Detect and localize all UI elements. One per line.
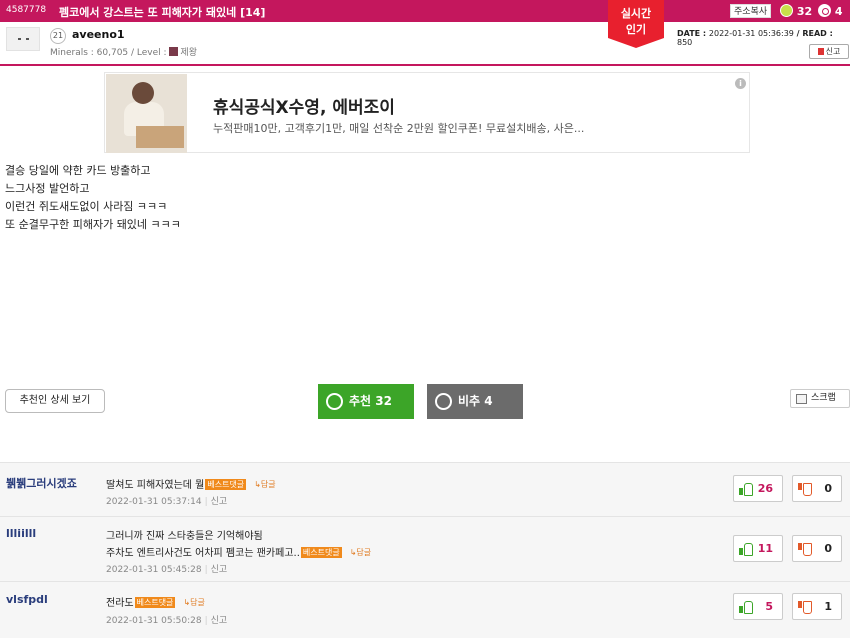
ad-subtext: 누적판매10만, 고객후기1만, 매일 선착순 2만원 할인쿠폰! 무료설치배송… [213,122,585,135]
recommend-label: 추천 32 [349,394,392,408]
thumbs-up-icon [739,543,753,556]
best-comment-tag: 베스트댓글 [205,479,247,490]
post-id: 4587778 [6,5,47,15]
post-line: 이런건 쥐도새도없이 사라짐 ㅋㅋㅋ [5,200,168,213]
comment-item: vlsfpdl 전라도 베스트댓글 ↳답글 2022-01-31 05:50:28 |… [0,581,850,638]
comment-nick[interactable]: vlsfpdl [6,593,48,606]
comment-meta: 2022-01-31 05:45:28 | 신고 [106,565,228,575]
read-count: 850 [677,38,693,47]
comment-date: 2022-01-31 05:45:28 [106,565,202,575]
frown-icon [435,393,452,410]
upvote-count: 5 [765,600,773,613]
ad-banner[interactable]: 휴식공식X수영, 에버조이 누적판매10만, 고객후기1만, 매일 선착순 2만… [104,72,750,153]
realtime-popular-badge: 실시간 인기 [608,0,664,48]
post-title[interactable]: 펨코에서 강스트는 또 피해자가 돼있네 [14] [59,4,265,20]
siren-icon [817,48,824,55]
comment-report-link[interactable]: 신고 [211,565,228,575]
post-line: 느그사정 발언하고 [5,182,90,195]
header-divider [0,64,850,66]
comment-line: 그러니까 진짜 스타충들은 기억해야됨 [106,531,263,542]
comment-item: 뷁뷁그러시겠죠 딸쳐도 피해자였는데 뭘 베스트댓글 ↳답글 2022-01-31 … [0,462,850,516]
comment-upvote-button[interactable]: 5 [733,593,783,620]
reply-link[interactable]: ↳답글 [254,479,275,490]
best-comment-tag: 베스트댓글 [300,547,342,558]
reply-link[interactable]: ↳답글 [350,547,371,558]
badge-line1: 실시간 [620,7,652,20]
comment-nick[interactable]: 뷁뷁그러시겠죠 [6,475,77,491]
upvote-count: 11 [757,542,773,555]
comment-item: llliilll 그러니까 진짜 스타충들은 기억해야됨 주차도 엔트리사건도 … [0,516,850,581]
report-label: 신고 [825,47,841,56]
post-line: 또 순결무구한 피해자가 돼있네 ㅋㅋㅋ [5,218,181,231]
down-count: 4 [818,4,843,18]
comment-meta: 2022-01-31 05:37:14 | 신고 [106,497,228,507]
thumbs-down-icon [798,601,812,614]
up-count-value: 32 [796,5,813,18]
avatar[interactable] [6,27,40,51]
comment-text: 딸쳐도 피해자였는데 뭘 베스트댓글 ↳답글 [106,476,276,491]
comment-date: 2022-01-31 05:50:28 [106,616,202,626]
scrap-icon [796,394,807,404]
report-button[interactable]: 신고 [809,44,849,59]
comment-report-link[interactable]: 신고 [211,497,228,507]
comment-line: 주차도 엔트리사건도 어차피 펨코는 팬카페고.. [106,548,300,559]
minerals-text: Minerals : 60,705 / Level : [50,48,170,58]
scrap-button[interactable]: 스크랩 [790,389,850,408]
upvote-count: 26 [757,482,773,495]
post-body: 결승 당일에 약한 카드 방출하고 느그사정 발언하고 이런건 쥐도새도없이 사… [5,162,181,234]
comment-meta: 2022-01-31 05:50:28 | 신고 [106,616,228,626]
author-minerals: Minerals : 60,705 / Level : 제왕 [50,45,197,58]
info-icon[interactable]: i [735,78,746,89]
thumbs-up-icon [739,483,753,496]
best-comment-tag: 베스트댓글 [134,597,176,608]
ad-headline: 휴식공식X수영, 에버조이 [213,98,395,118]
date-label: DATE : [677,29,709,38]
smile-icon [326,393,343,410]
comment-line: 전라도 [106,598,134,609]
comment-downvote-button[interactable]: 0 [792,535,842,562]
frown-icon [818,4,831,17]
comment-report-link[interactable]: 신고 [211,616,228,626]
rank-text: 제왕 [180,48,197,58]
downvote-count: 0 [824,542,832,555]
rank-icon [169,47,179,56]
reply-link[interactable]: ↳답글 [183,597,204,608]
thumbs-up-icon [739,601,753,614]
not-recommend-button[interactable]: 비추 4 [427,384,523,419]
address-copy-button[interactable]: 주소복사 [730,4,772,18]
post-line: 결승 당일에 약한 카드 방출하고 [5,164,151,177]
badge-line2: 인기 [625,23,647,36]
comment-upvote-button[interactable]: 26 [733,475,783,502]
comment-nick[interactable]: llliilll [6,527,36,540]
comment-text: 주차도 엔트리사건도 어차피 펨코는 팬카페고.. 베스트댓글 ↳답글 [106,544,371,559]
thumbs-down-icon [798,543,812,556]
up-count: 32 [780,4,812,18]
comment-downvote-button[interactable]: 1 [792,593,842,620]
downvote-count: 1 [824,600,832,613]
comment-line: 딸쳐도 피해자였는데 뭘 [106,480,205,491]
level-badge: 21 [50,28,66,44]
title-bar: 4587778 펨코에서 강스트는 또 피해자가 돼있네 [14] 주소복사 3… [0,0,850,22]
comment-text: 전라도 베스트댓글 ↳답글 [106,594,205,609]
recommender-detail-button[interactable]: 추천인 상세 보기 [5,389,105,413]
author-name[interactable]: aveeno1 [72,28,125,41]
ad-image [106,74,187,153]
comment-downvote-button[interactable]: 0 [792,475,842,502]
not-recommend-label: 비추 4 [458,394,493,408]
comment-date: 2022-01-31 05:37:14 [106,497,202,507]
post-date: 2022-01-31 05:36:39 [708,29,794,38]
thumbs-down-icon [798,483,812,496]
down-count-value: 4 [834,5,843,18]
smile-icon [780,4,793,17]
recommend-button[interactable]: 추천 32 [318,384,414,419]
comment-list: 뷁뷁그러시겠죠 딸쳐도 피해자였는데 뭘 베스트댓글 ↳답글 2022-01-31 … [0,462,850,638]
read-label: / READ : [793,29,833,38]
downvote-count: 0 [824,482,832,495]
scrap-label: 스크랩 [811,393,836,403]
comment-upvote-button[interactable]: 11 [733,535,783,562]
